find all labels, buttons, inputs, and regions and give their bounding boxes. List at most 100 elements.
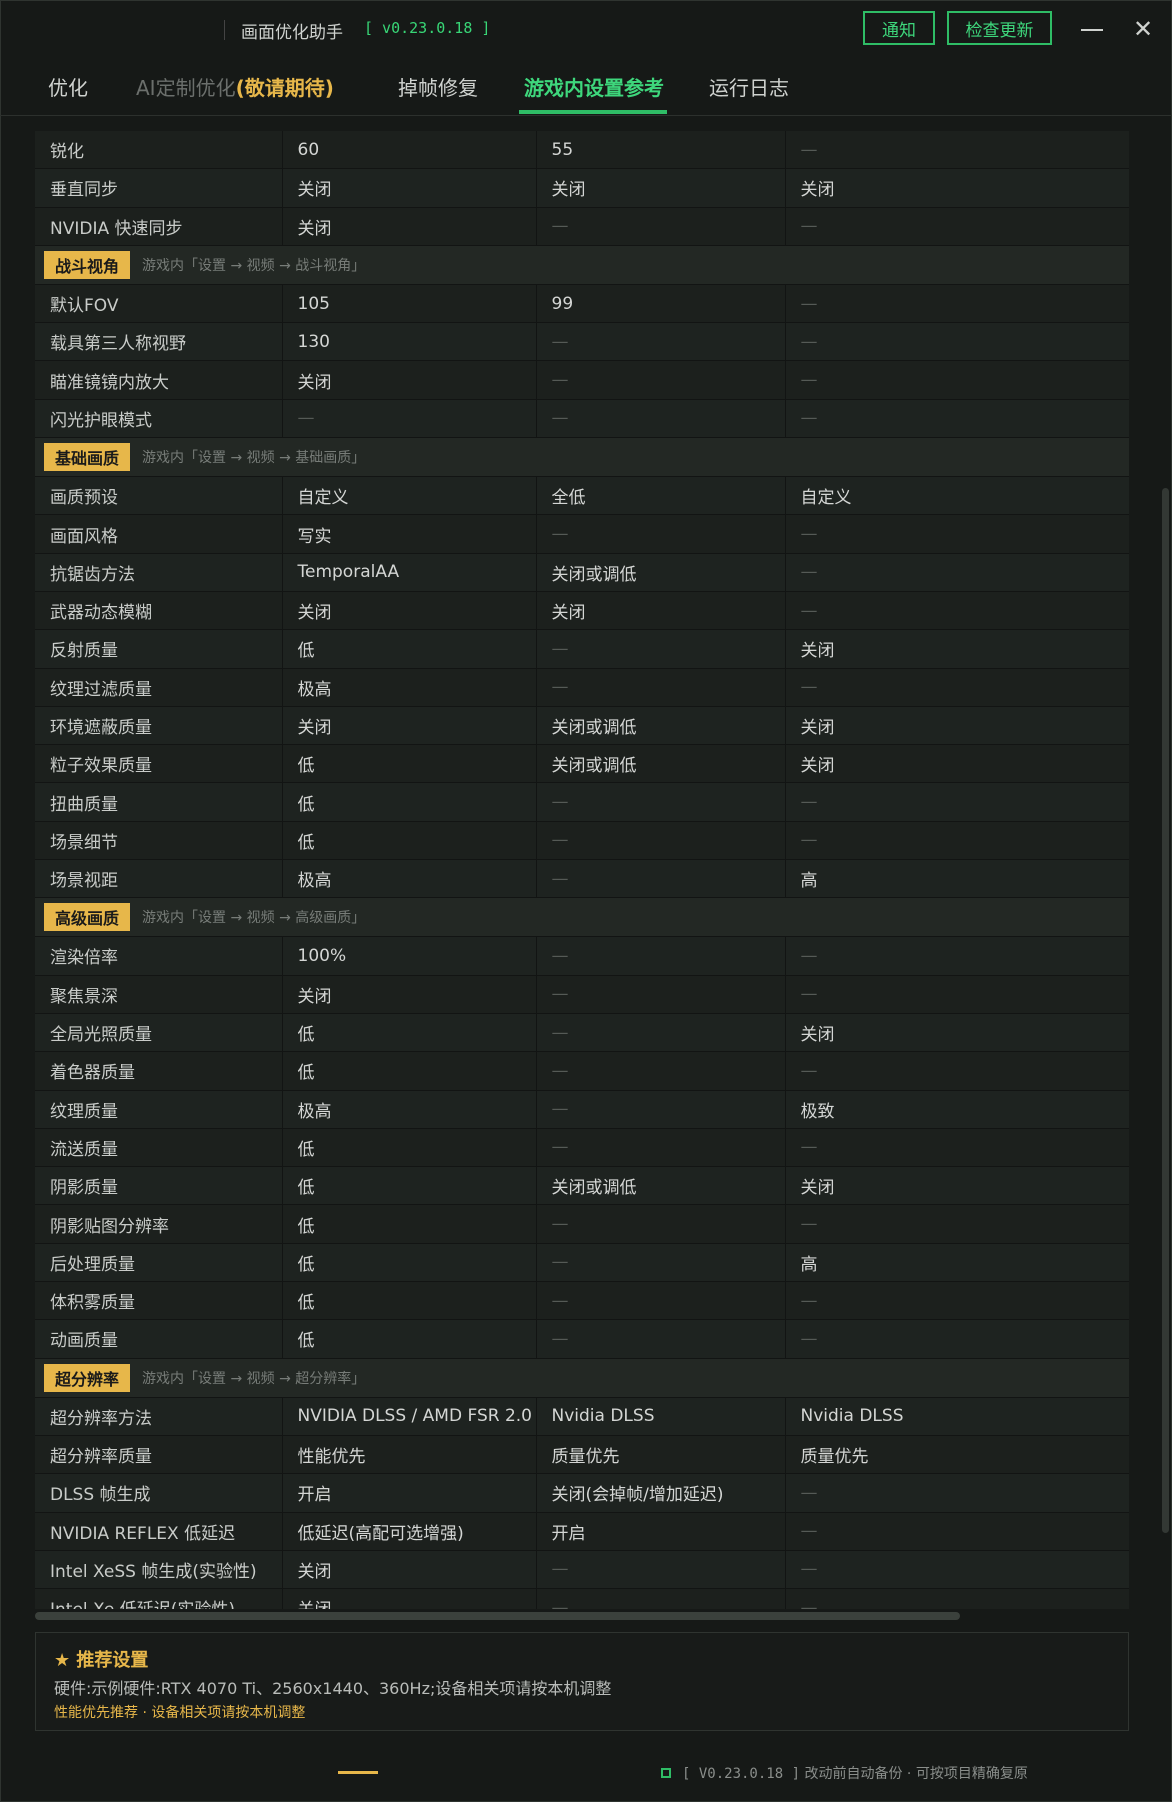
table-row: NVIDIA REFLEX 低延迟 低延迟(高配可选增强) 开启 — bbox=[35, 1512, 1129, 1551]
section-breadcrumb: 游戏内「设置 → 视频 → 基础画质」 bbox=[142, 450, 366, 467]
setting-value-cell: — bbox=[536, 975, 786, 1014]
setting-name-cell: 武器动态模糊 bbox=[35, 591, 283, 631]
table-row: 画质预设 自定义 全低 自定义 bbox=[35, 476, 1129, 516]
vertical-scrollbar[interactable] bbox=[1162, 488, 1169, 1533]
setting-value-cell: 关闭 bbox=[282, 591, 537, 631]
setting-value-cell: — bbox=[785, 782, 1129, 822]
setting-value-cell: — bbox=[785, 360, 1129, 400]
setting-value-cell: 关闭或调低 bbox=[536, 553, 786, 592]
status-indicator-icon bbox=[661, 1768, 671, 1778]
check-update-button[interactable]: 检查更新 bbox=[947, 11, 1052, 45]
table-row: 反射质量低 — 关闭 bbox=[35, 629, 1129, 669]
tab-bar: 优化 AI定制优化(敬请期待) 掉帧修复 游戏内设置参考 运行日志 bbox=[0, 58, 1172, 116]
tab-run-log[interactable]: 运行日志 bbox=[709, 72, 789, 101]
setting-value-cell: — bbox=[785, 821, 1129, 861]
setting-name-cell: NVIDIA 快速同步 bbox=[35, 207, 283, 246]
setting-name-cell: 画质预设 bbox=[35, 476, 283, 516]
setting-value-cell: — bbox=[536, 668, 786, 707]
tab-frame-drop-fix-label: 掉帧修复 bbox=[398, 76, 478, 100]
setting-name-cell: 全局光照质量 bbox=[35, 1013, 283, 1053]
setting-value-cell: — bbox=[536, 1204, 786, 1244]
setting-value-cell: — bbox=[536, 322, 786, 362]
setting-value-cell: 关闭 bbox=[536, 591, 786, 631]
minimize-icon[interactable] bbox=[1081, 29, 1103, 31]
setting-value-cell: 开启 bbox=[536, 1512, 786, 1551]
table-row: 纹理过滤质量 极高 — — bbox=[35, 668, 1129, 707]
section-breadcrumb: 游戏内「设置 → 视频 → 高级画质」 bbox=[142, 910, 366, 927]
table-row: 后处理质量低 — 高 bbox=[35, 1243, 1129, 1283]
setting-value-cell: 性能优先 bbox=[282, 1435, 537, 1475]
setting-value-cell: 关闭 bbox=[785, 629, 1129, 669]
setting-value-cell: — bbox=[536, 1588, 786, 1609]
setting-name-cell: 流送质量 bbox=[35, 1128, 283, 1168]
setting-value-cell: 质量优先 bbox=[785, 1435, 1129, 1475]
setting-value-cell: — bbox=[785, 1128, 1129, 1168]
setting-name-cell: 阴影贴图分辨率 bbox=[35, 1204, 283, 1244]
setting-value-cell: — bbox=[785, 1281, 1129, 1321]
table-row: 着色器质量低 — — bbox=[35, 1051, 1129, 1091]
setting-value-cell: — bbox=[785, 207, 1129, 246]
section-header: 战斗视角 游戏内「设置 → 视频 → 战斗视角」 bbox=[35, 245, 1129, 285]
title-bar: 画面优化助手 [ v0.23.0.18 ] 通知 检查更新 ✕ bbox=[0, 0, 1172, 58]
setting-name-cell: NVIDIA REFLEX 低延迟 bbox=[35, 1512, 283, 1551]
table-row: 全局光照质量低 — 关闭 bbox=[35, 1013, 1129, 1053]
notify-button[interactable]: 通知 bbox=[863, 11, 935, 45]
setting-name-cell: Intel XeSS 帧生成(实验性) bbox=[35, 1550, 283, 1590]
setting-value-cell: 极高 bbox=[282, 859, 537, 899]
setting-value-cell: — bbox=[536, 360, 786, 400]
setting-value-cell: — bbox=[785, 936, 1129, 976]
setting-value-cell: — bbox=[785, 399, 1129, 439]
footer-status: [ V0.23.0.18 ] 改动前自动备份 · 可按项目精确复原 bbox=[682, 1763, 1028, 1783]
table-row: 默认FOV 105 99— bbox=[35, 284, 1129, 324]
setting-value-cell: 自定义 bbox=[282, 476, 537, 516]
table-row: 画面风格 写实 — — bbox=[35, 514, 1129, 554]
tab-frame-drop-fix[interactable]: 掉帧修复 bbox=[398, 72, 478, 101]
setting-name-cell: 场景视距 bbox=[35, 859, 283, 899]
table-row: 阴影质量低关闭或调低 关闭 bbox=[35, 1166, 1129, 1206]
tab-optimize[interactable]: 优化 bbox=[48, 72, 88, 101]
setting-value-cell: — bbox=[785, 1051, 1129, 1091]
setting-value-cell: — bbox=[536, 782, 786, 822]
setting-name-cell: 渲染倍率 bbox=[35, 936, 283, 976]
section-header-cell: 超分辨率 游戏内「设置 → 视频 → 超分辨率」 bbox=[35, 1358, 1129, 1398]
setting-name-cell: 阴影质量 bbox=[35, 1166, 283, 1206]
section-breadcrumb: 游戏内「设置 → 视频 → 超分辨率」 bbox=[142, 1370, 366, 1387]
table-row: 粒子效果质量低关闭或调低 关闭 bbox=[35, 744, 1129, 784]
setting-value-cell: Nvidia DLSS bbox=[536, 1397, 786, 1436]
setting-value-cell: 低 bbox=[282, 1128, 537, 1168]
recommend-panel: ★ 推荐设置 硬件:示例硬件:RTX 4070 Ti、2560x1440、360… bbox=[35, 1632, 1129, 1731]
setting-name-cell: 反射质量 bbox=[35, 629, 283, 669]
setting-value-cell: 130 bbox=[282, 322, 537, 362]
setting-value-cell: 99 bbox=[536, 284, 786, 324]
table-row: 超分辨率质量 性能优先 质量优先 质量优先 bbox=[35, 1435, 1129, 1475]
setting-value-cell: 质量优先 bbox=[536, 1435, 786, 1475]
setting-name-cell: 体积雾质量 bbox=[35, 1281, 283, 1321]
tab-ai-custom[interactable]: AI定制优化(敬请期待) bbox=[136, 72, 334, 101]
setting-value-cell: 低 bbox=[282, 1243, 537, 1283]
setting-name-cell: 瞄准镜镜内放大 bbox=[35, 360, 283, 400]
setting-value-cell: — bbox=[536, 1281, 786, 1321]
footer-drag-handle bbox=[338, 1771, 378, 1774]
setting-name-cell: 环境遮蔽质量 bbox=[35, 706, 283, 746]
setting-value-cell: — bbox=[536, 859, 786, 899]
setting-value-cell: — bbox=[785, 1588, 1129, 1609]
setting-value-cell: 关闭 bbox=[282, 207, 537, 246]
setting-value-cell: — bbox=[785, 1204, 1129, 1244]
setting-value-cell: 关闭 bbox=[785, 744, 1129, 784]
setting-name-cell: Intel Xe 低延迟(实验性) bbox=[35, 1588, 283, 1609]
setting-value-cell: 55 bbox=[536, 131, 786, 170]
setting-value-cell: — bbox=[785, 553, 1129, 592]
close-icon[interactable]: ✕ bbox=[1131, 17, 1155, 41]
table-row: 超分辨率方法 NVIDIA DLSS / AMD FSR 2.0 Nvidia DL… bbox=[35, 1397, 1129, 1436]
horizontal-scrollbar[interactable] bbox=[35, 1612, 960, 1620]
setting-value-cell: — bbox=[536, 399, 786, 439]
setting-value-cell: 开启 bbox=[282, 1473, 537, 1513]
recommend-hardware: 硬件:示例硬件:RTX 4070 Ti、2560x1440、360Hz;设备相关… bbox=[54, 1679, 612, 1698]
setting-value-cell: 极高 bbox=[282, 1090, 537, 1129]
setting-value-cell: — bbox=[785, 668, 1129, 707]
setting-name-cell: 画面风格 bbox=[35, 514, 283, 554]
setting-name-cell: 粒子效果质量 bbox=[35, 744, 283, 784]
setting-value-cell: — bbox=[785, 322, 1129, 362]
tab-ingame-settings[interactable]: 游戏内设置参考 bbox=[524, 72, 664, 101]
setting-value-cell: 关闭(会掉帧/增加延迟) bbox=[536, 1473, 786, 1513]
